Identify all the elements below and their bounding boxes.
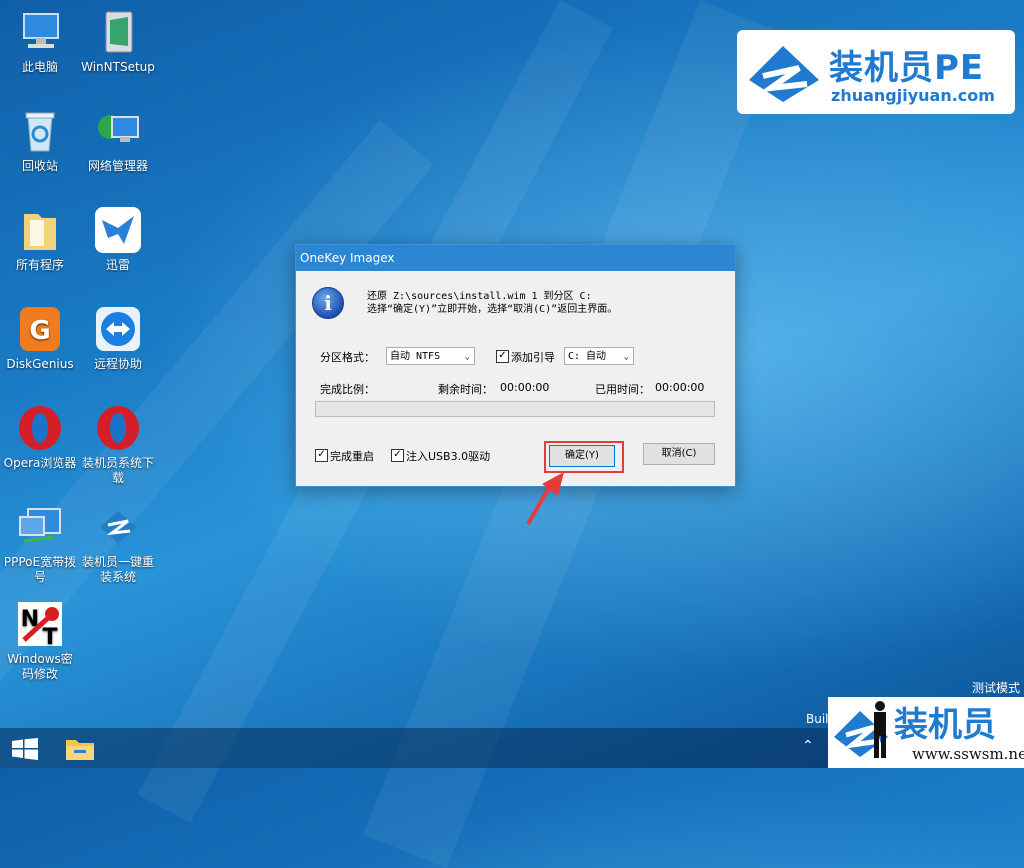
zhuangjiyuan-pe-logo: 装机员PE zhuangjiyuan.com: [737, 30, 1015, 114]
desktop-icon-label: Windows密码修改: [7, 652, 73, 681]
file-explorer-taskbar-button[interactable]: [64, 736, 96, 762]
watermark-logo: 装机员 www.sswsm.net: [828, 697, 1024, 768]
test-mode-text: 测试模式: [972, 681, 1021, 695]
cancel-button[interactable]: 取消(C): [643, 443, 715, 465]
desktop-icon-opera[interactable]: Opera浏览器: [2, 404, 78, 471]
network-manager-icon: [94, 107, 142, 155]
logo-url-text: zhuangjiyuan.com: [831, 86, 995, 105]
info-icon: i: [312, 287, 344, 319]
remaining-time-label: 剩余时间：: [438, 383, 493, 396]
usb3-driver-label: 注入USB3.0驱动: [406, 450, 491, 463]
teamviewer-icon: [94, 305, 142, 353]
desktop-icon-computer[interactable]: 此电脑: [2, 8, 78, 75]
desktop-icon-label: DiskGenius: [6, 357, 74, 371]
tray-chevron-up-icon[interactable]: ⌃: [802, 738, 814, 754]
desktop-icon-label: 装机员系统下载: [81, 456, 154, 485]
progress-label: 完成比例：: [320, 383, 375, 396]
file-explorer-icon: [66, 740, 94, 760]
zhuangjiyuan-icon: [94, 503, 142, 551]
xunlei-icon: [94, 206, 142, 254]
desktop-icon-label: WinNTSetup: [81, 60, 155, 74]
desktop-icon-label: 迅雷: [105, 258, 130, 272]
desktop-icon-system-download[interactable]: 装机员系统下载: [80, 404, 156, 486]
boot-target-select[interactable]: C: 自动 ⌄: [564, 347, 634, 365]
usb3-driver-checkbox[interactable]: ✓: [391, 449, 404, 462]
desktop-icon-all-programs[interactable]: 所有程序: [2, 206, 78, 273]
svg-text:T: T: [42, 625, 57, 648]
progress-bar: [315, 401, 715, 417]
add-boot-checkbox[interactable]: ✓: [496, 350, 509, 363]
recycle-bin-icon: [16, 107, 64, 155]
nt-key-icon: NT: [16, 600, 64, 650]
desktop-icon-label: 网络管理器: [87, 159, 148, 173]
reboot-label: 完成重启: [330, 450, 374, 463]
desktop-icon-label: 回收站: [21, 159, 58, 173]
desktop-icon-network-manager[interactable]: 网络管理器: [80, 107, 156, 174]
add-boot-label: 添加引导: [511, 351, 555, 364]
desktop-icon-recycle-bin[interactable]: 回收站: [2, 107, 78, 174]
start-button[interactable]: [12, 738, 38, 760]
elapsed-time-value: 00:00:00: [655, 381, 705, 394]
folder-icon: [16, 206, 64, 254]
chevron-down-icon: ⌄: [464, 352, 470, 362]
partition-format-label: 分区格式：: [320, 351, 375, 364]
windows-logo-icon: [12, 738, 38, 760]
dialog-message: 还原 Z:\sources\install.wim 1 到分区 C: 选择“确定…: [367, 290, 617, 316]
desktop-icon-label: 远程协助: [93, 357, 142, 371]
desktop-icon-xunlei[interactable]: 迅雷: [80, 206, 156, 273]
pppoe-icon: [16, 503, 64, 551]
desktop-icon-label: PPPoE宽带拨号: [3, 555, 77, 584]
zhuangjiyuan-logo-mark-icon: [749, 46, 819, 102]
watermark-brand-text: 装机员: [894, 705, 996, 745]
onekey-imagex-dialog: OneKey Imagex i 还原 Z:\sources\install.wi…: [295, 244, 736, 487]
svg-text:G: G: [29, 316, 50, 346]
desktop-icon-label: 装机员一键重装系统: [81, 555, 154, 584]
opera-icon: [16, 404, 64, 452]
watermark-figure-icon: [874, 701, 886, 758]
diskgenius-icon: G: [16, 305, 64, 353]
logo-brand-text: 装机员PE: [829, 48, 985, 88]
reboot-checkbox[interactable]: ✓: [315, 449, 328, 462]
partition-format-value: 自动 NTFS: [390, 351, 441, 362]
desktop-icon-label: 此电脑: [21, 60, 58, 74]
elapsed-time-label: 已用时间：: [595, 383, 650, 396]
build-text: Buil: [806, 712, 829, 726]
partition-format-select[interactable]: 自动 NTFS ⌄: [386, 347, 475, 365]
desktop-icon-pppoe[interactable]: PPPoE宽带拨号: [2, 503, 78, 585]
desktop-icon-label: Opera浏览器: [3, 456, 77, 470]
opera-icon: [94, 404, 142, 452]
computer-icon: [16, 8, 64, 56]
desktop-icon-password-editor[interactable]: NT Windows密码修改: [2, 600, 78, 682]
desktop-icon-winntsetup[interactable]: WinNTSetup: [80, 8, 156, 75]
winntsetup-icon: [94, 8, 142, 56]
message-line-1: 还原 Z:\sources\install.wim 1 到分区 C:: [367, 291, 592, 302]
desktop-icon-one-key-reinstall[interactable]: 装机员一键重装系统: [80, 503, 156, 585]
chevron-down-icon: ⌄: [623, 352, 629, 362]
desktop-icon-diskgenius[interactable]: G DiskGenius: [2, 305, 78, 372]
boot-target-value: C: 自动: [568, 351, 607, 362]
watermark-url-text: www.sswsm.net: [912, 745, 1024, 763]
ok-button[interactable]: 确定(Y): [549, 445, 615, 467]
message-line-2: 选择“确定(Y)”立即开始，选择“取消(C)”返回主界面。: [367, 304, 618, 315]
desktop-icon-label: 所有程序: [15, 258, 64, 272]
desktop-icon-remote-assist[interactable]: 远程协助: [80, 305, 156, 372]
remaining-time-value: 00:00:00: [500, 381, 550, 394]
annotation-arrow-icon: [526, 472, 564, 526]
dialog-title[interactable]: OneKey Imagex: [296, 245, 735, 271]
